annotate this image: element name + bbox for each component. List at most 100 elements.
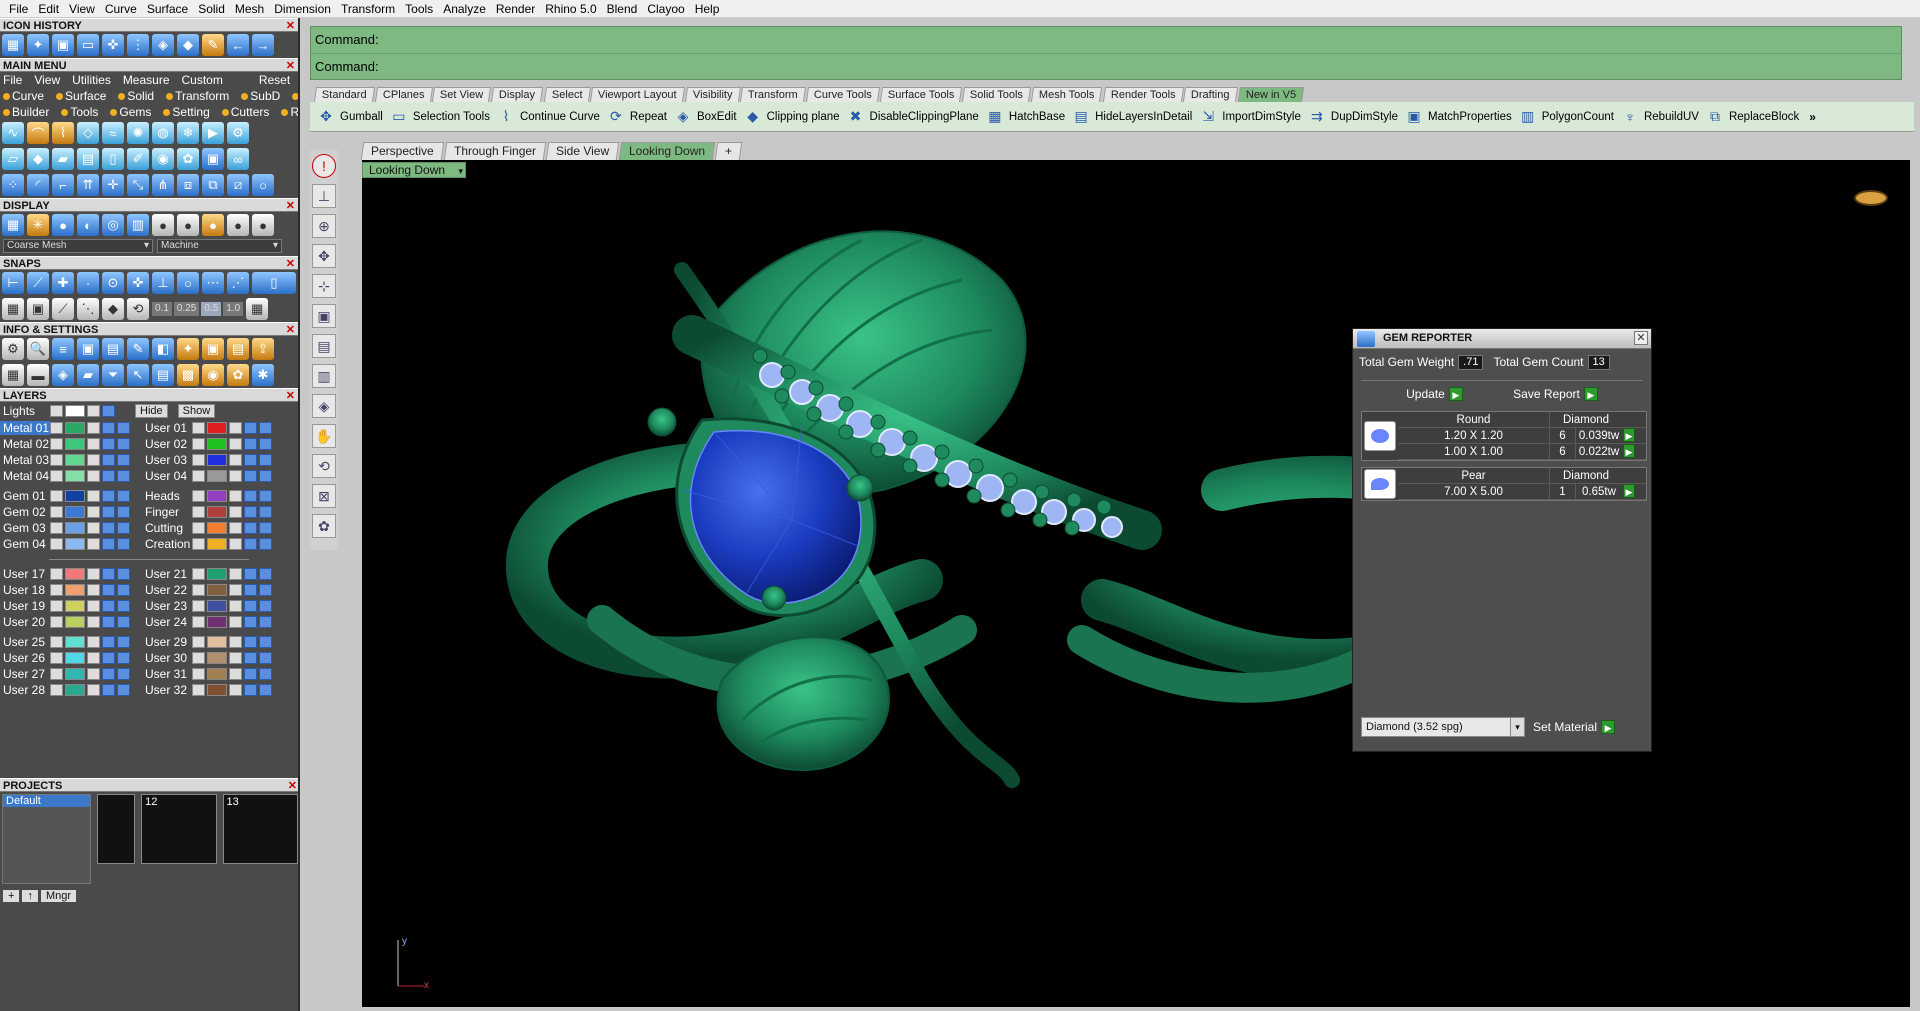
visibility-icon[interactable] [244,490,257,502]
pan-icon[interactable]: ✋ [312,424,336,448]
layer-expand-icon[interactable] [50,684,63,696]
lock-icon[interactable] [87,438,100,450]
layer-name[interactable]: Metal 03 [0,453,50,467]
history-icon[interactable]: ⟲ [127,298,149,320]
project-thumb-2[interactable]: 12 [141,794,217,864]
visibility-icon[interactable] [102,616,115,628]
toolbar-hidelayersindetail[interactable]: ▤ HideLayersInDetail [1071,107,1192,127]
toolbar-selection-tools[interactable]: ▭ Selection Tools [389,107,490,127]
toolbar-clipping-plane[interactable]: ◆ Clipping plane [743,107,839,127]
command-prompt[interactable]: Command: [311,53,1901,79]
layer-color-swatch[interactable] [207,600,227,612]
layer-color-swatch[interactable] [65,490,85,502]
gem-row-play-button[interactable]: ▶ [1622,444,1636,459]
xray-icon[interactable]: ◎ [102,214,124,236]
tab-set-view[interactable]: Set View [432,87,492,102]
visibility-icon[interactable] [244,636,257,648]
lattice-icon[interactable]: ▩ [177,364,199,386]
main-menu-file[interactable]: File [3,73,28,87]
projects-list[interactable]: Default [2,794,92,884]
main-menu-builder[interactable]: Builder [3,105,55,119]
visibility-icon[interactable] [102,470,115,482]
tile-icon[interactable]: ▦ [2,364,24,386]
print-icon[interactable] [259,652,272,664]
layer-color-swatch[interactable] [65,422,85,434]
layer-expand-icon[interactable] [50,506,63,518]
print-icon[interactable] [259,584,272,596]
gem-icon[interactable]: ◆ [177,34,199,56]
front-view-icon[interactable]: ▤ [312,334,336,358]
planar-icon[interactable]: ⟋ [52,298,74,320]
layer-color-swatch[interactable] [207,522,227,534]
layer-expand-icon[interactable] [192,506,205,518]
toolbar-polygoncount[interactable]: ▥ PolygonCount [1518,107,1614,127]
layer-name[interactable]: User 17 [0,567,50,581]
layer-color-swatch[interactable] [207,454,227,466]
surface-icon[interactable]: ◈ [152,34,174,56]
lock-icon[interactable] [229,568,242,580]
layer-color-swatch[interactable] [207,652,227,664]
layer-name[interactable]: User 01 [142,421,192,435]
print-icon[interactable] [259,438,272,450]
gem-row-play-button[interactable]: ▶ [1622,428,1636,443]
lock-icon[interactable] [229,454,242,466]
scale-icon[interactable]: ⤡ [127,174,149,196]
layer-expand-icon[interactable] [192,584,205,596]
layer-name[interactable]: User 27 [0,667,50,681]
layer-expand-icon[interactable] [50,438,63,450]
print-icon[interactable] [117,522,130,534]
print-icon[interactable] [117,422,130,434]
brush-icon[interactable]: ✐ [127,148,149,170]
material-select[interactable]: Diamond (3.52 spg) ▾ [1361,717,1525,737]
stone-icon[interactable]: ◉ [152,148,174,170]
close-icon[interactable]: ✕ [286,19,295,33]
menu-file[interactable]: File [4,0,33,18]
tab-visibility[interactable]: Visibility [684,87,741,102]
close-icon[interactable]: ✕ [1634,331,1648,345]
chrome-material-icon[interactable]: ● [227,214,249,236]
layer-name[interactable]: User 26 [0,651,50,665]
options-icon[interactable]: ⚙ [2,338,24,360]
visibility-icon[interactable] [102,422,115,434]
layer-name[interactable]: User 02 [142,437,192,451]
layer-color-swatch[interactable] [65,668,85,680]
slab-icon[interactable]: ▰ [52,148,74,170]
gem-row-play-button[interactable]: ▶ [1622,484,1636,499]
layer-color-swatch[interactable] [207,616,227,628]
layer-color-swatch[interactable] [207,668,227,680]
add-project-button[interactable]: + [3,890,20,902]
link-icon[interactable]: ∞ [227,148,249,170]
technical-icon[interactable]: ▥ [127,214,149,236]
toolbar-boxedit[interactable]: ◈ BoxEdit [673,107,737,127]
ortho-icon[interactable]: ▣ [27,298,49,320]
lock-icon[interactable] [87,454,100,466]
stamp-icon[interactable]: ◉ [202,364,224,386]
layer-name[interactable]: Gem 01 [0,489,50,503]
knot-snap-icon[interactable]: ⋰ [227,272,249,294]
cen-snap-icon[interactable]: ⊙ [102,272,124,294]
lock-icon[interactable] [229,538,242,550]
print-icon[interactable] [117,652,130,664]
layer-color-swatch[interactable] [207,684,227,696]
layer-color-swatch[interactable] [65,506,85,518]
print-icon[interactable] [259,538,272,550]
pencil-icon[interactable]: ✎ [202,34,224,56]
near-snap-icon[interactable]: ⟋ [27,272,49,294]
menu-curve[interactable]: Curve [100,0,142,18]
visibility-icon[interactable] [244,522,257,534]
layer-color-swatch[interactable] [65,584,85,596]
main-menu-measure[interactable]: Measure [123,73,176,87]
lock-icon[interactable] [229,584,242,596]
visibility-icon[interactable] [102,454,115,466]
redo-arrow-icon[interactable]: → [252,34,274,56]
layer-color-swatch[interactable] [207,490,227,502]
layers-icon[interactable]: ▤ [102,338,124,360]
layer-expand-icon[interactable] [50,454,63,466]
layer-color-swatch[interactable] [65,470,85,482]
main-menu-surface[interactable]: Surface [56,89,112,103]
main-menu-solid[interactable]: Solid [118,89,160,103]
tab-solid-tools[interactable]: Solid Tools [962,87,1032,102]
lock-icon[interactable] [87,470,100,482]
box-icon[interactable]: ▣ [77,338,99,360]
tab-drafting[interactable]: Drafting [1183,87,1239,102]
